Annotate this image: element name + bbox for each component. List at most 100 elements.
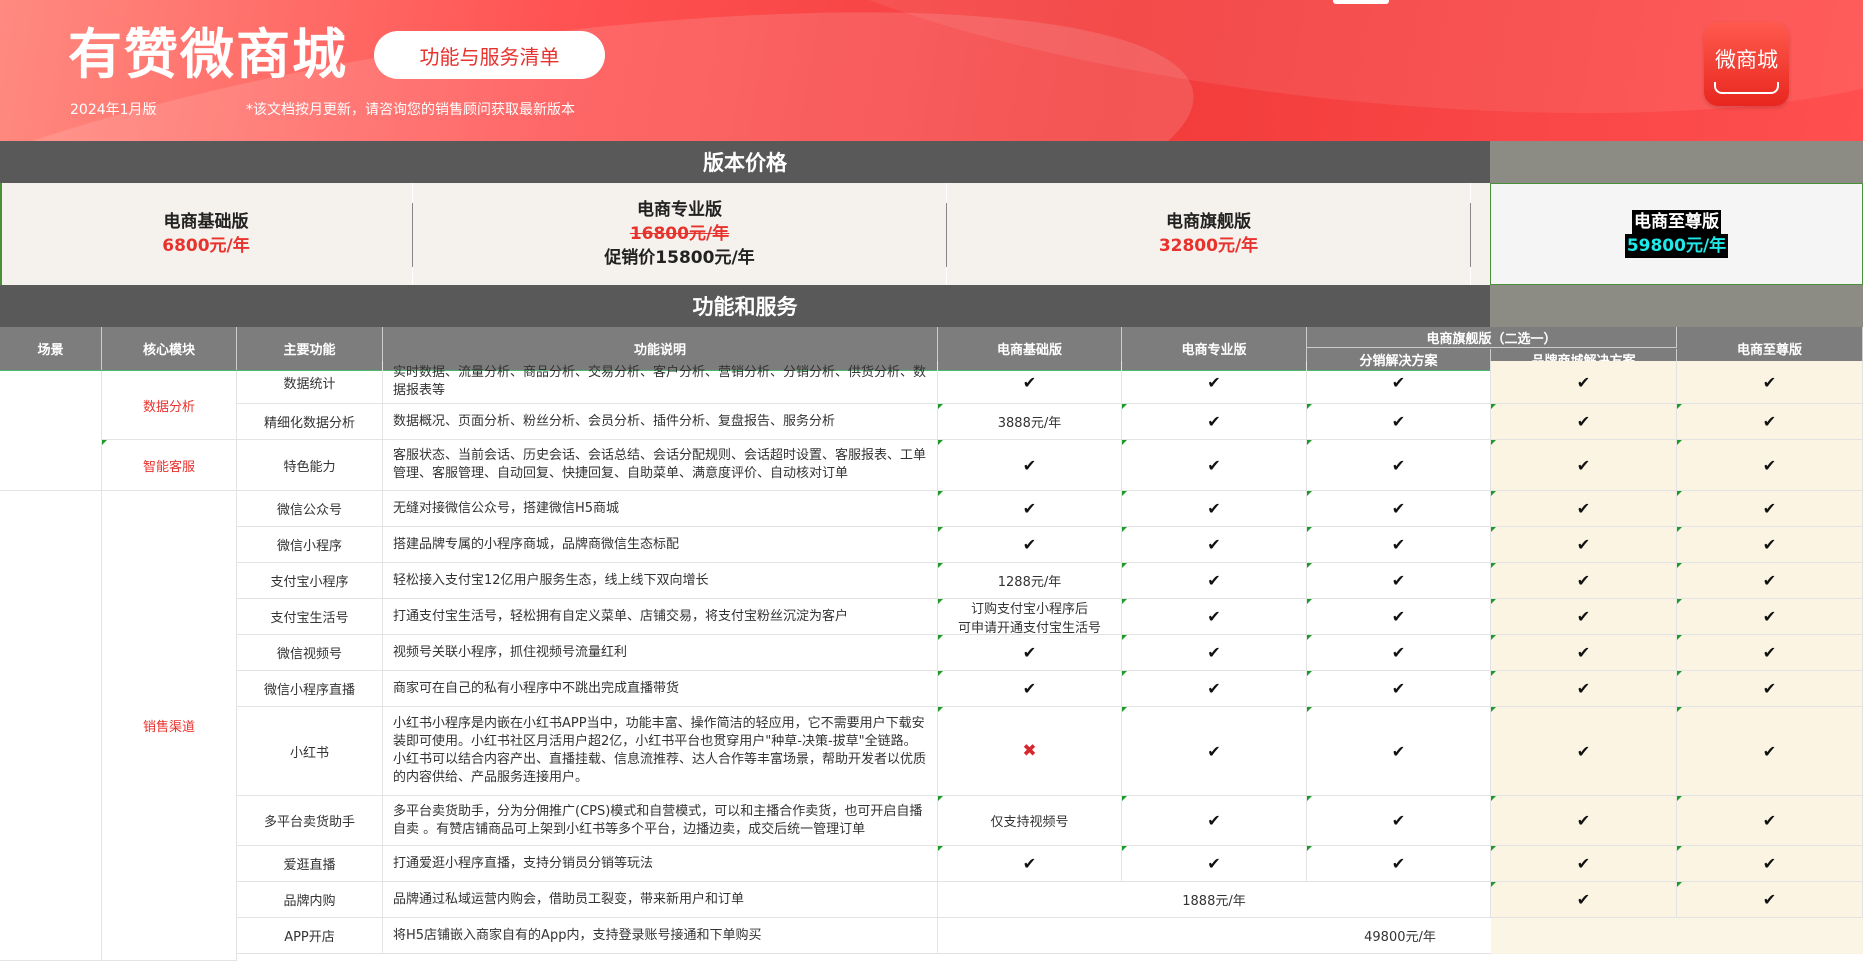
plan-cell-sup: ✔ bbox=[1677, 671, 1863, 707]
cell-flag bbox=[938, 440, 943, 445]
plan-cell-basic: ✔ bbox=[938, 527, 1122, 563]
plan-cell-sup: ✔ bbox=[1677, 361, 1863, 404]
feature-name: 微信小程序 bbox=[237, 527, 383, 563]
cell-flag bbox=[1122, 796, 1127, 801]
check-icon: ✔ bbox=[1022, 372, 1037, 392]
cell-flag bbox=[938, 671, 943, 676]
col-scene: 场景 bbox=[0, 327, 102, 370]
cell-flag bbox=[1307, 527, 1312, 532]
feature-description: 商家可在自己的私有小程序中不跳出完成直播带货 bbox=[383, 671, 938, 707]
plan-cell-pro: ✔ bbox=[1122, 563, 1307, 599]
cell-flag bbox=[1677, 563, 1682, 568]
plan-flagship: 电商旗舰版 32800元/年 bbox=[947, 183, 1470, 285]
plan-cell-basic: ✔ bbox=[938, 635, 1122, 671]
plan-cell-fb: ✔ bbox=[1491, 491, 1677, 527]
merged-value-cell: 1888元/年 bbox=[938, 882, 1491, 918]
cell-flag bbox=[1677, 404, 1682, 409]
plan-cell-pro: ✔ bbox=[1122, 707, 1307, 796]
cell-flag bbox=[1677, 796, 1682, 801]
feature-description: 将H5店铺嵌入商家自有的App内，支持登录账号接通和下单购买 bbox=[383, 918, 938, 954]
features-section-title-extension bbox=[1490, 285, 1863, 327]
plan-cell-fb: ✔ bbox=[1491, 635, 1677, 671]
cell-flag bbox=[1122, 846, 1127, 851]
cross-icon: ✖ bbox=[1022, 741, 1037, 761]
cell-value: 1288元/年 bbox=[997, 575, 1062, 590]
plan-cell-fb: ✔ bbox=[1491, 846, 1677, 882]
check-icon: ✔ bbox=[1762, 679, 1777, 698]
plan-cell-fa: ✔ bbox=[1307, 796, 1491, 846]
check-icon: ✔ bbox=[1391, 499, 1406, 518]
plan-cell-fa: ✔ bbox=[1307, 635, 1491, 671]
service-list-button[interactable]: 功能与服务清单 bbox=[374, 31, 605, 79]
plan-cell-fa: ✔ bbox=[1307, 599, 1491, 635]
scene-cell bbox=[0, 491, 102, 961]
cell-flag bbox=[1122, 599, 1127, 604]
check-icon: ✔ bbox=[1391, 571, 1406, 590]
plan-cell-fa: ✔ bbox=[1307, 846, 1491, 882]
plan-cell-fb: ✔ bbox=[1491, 707, 1677, 796]
feature-name: 精细化数据分析 bbox=[237, 404, 383, 440]
feature-name: 数据统计 bbox=[237, 361, 383, 404]
check-icon: ✔ bbox=[1207, 854, 1221, 873]
cell-flag bbox=[1677, 707, 1682, 712]
check-icon: ✔ bbox=[1576, 535, 1591, 554]
version-date: 2024年1月版 bbox=[70, 102, 157, 118]
description-text: 打通爱逛小程序直播，支持分销员分销等玩法 bbox=[393, 855, 654, 871]
check-icon: ✔ bbox=[1391, 455, 1406, 475]
plan-price: 59800元/年 bbox=[1624, 234, 1729, 258]
cell-flag bbox=[1491, 846, 1496, 851]
module-label: 数据分析 bbox=[142, 399, 195, 415]
plan-cell-fb: ✔ bbox=[1491, 527, 1677, 563]
description-text: 实时数据、流量分析、商品分析、交易分析、客户分析、营销分析、分销分析、供货分析、… bbox=[393, 365, 927, 398]
check-icon: ✔ bbox=[1576, 854, 1591, 873]
description-text: 轻松接入支付宝12亿用户服务生态，线上线下双向增长 bbox=[393, 572, 709, 588]
plan-cell-fa: ✔ bbox=[1307, 491, 1491, 527]
cell-flag bbox=[1122, 491, 1127, 496]
check-icon: ✔ bbox=[1022, 455, 1037, 475]
check-icon: ✔ bbox=[1391, 643, 1406, 662]
cell-flag bbox=[1307, 440, 1312, 445]
cell-flag bbox=[1491, 599, 1496, 604]
plan-cell-basic: ✔ bbox=[938, 440, 1122, 491]
plan-cell-basic: ✔ bbox=[938, 361, 1122, 404]
plan-cell-fb: ✔ bbox=[1491, 796, 1677, 846]
cell-flag bbox=[1307, 671, 1312, 676]
check-icon: ✔ bbox=[1207, 455, 1221, 475]
feature-name: 小红书 bbox=[237, 707, 383, 796]
check-icon: ✔ bbox=[1022, 499, 1037, 518]
cell-flag bbox=[1307, 796, 1312, 801]
check-icon: ✔ bbox=[1022, 643, 1037, 662]
plan-cell-fb: ✔ bbox=[1491, 563, 1677, 599]
check-icon: ✔ bbox=[1576, 412, 1591, 431]
cell-flag bbox=[938, 527, 943, 532]
check-icon: ✔ bbox=[1391, 607, 1406, 626]
feature-description: 小红书小程序是内嵌在小红书APP当中，功能丰富、操作简洁的轻应用，它不需要用户下… bbox=[383, 707, 938, 796]
check-icon: ✔ bbox=[1762, 571, 1777, 590]
plan-cell-pro: ✔ bbox=[1122, 440, 1307, 491]
feature-name: 多平台卖货助手 bbox=[237, 796, 383, 846]
check-icon: ✔ bbox=[1207, 811, 1221, 830]
cell-flag bbox=[1677, 527, 1682, 532]
module-sales-channel: 销售渠道 bbox=[102, 491, 237, 961]
feature-description: 数据概况、页面分析、粉丝分析、会员分析、插件分析、复盘报告、服务分析 bbox=[383, 404, 938, 440]
check-icon: ✔ bbox=[1576, 607, 1591, 626]
check-icon: ✔ bbox=[1762, 854, 1777, 873]
plan-cell-pro: ✔ bbox=[1122, 361, 1307, 404]
description-text: 多平台卖货助手，分为分佣推广(CPS)模式和自营模式，可以和主播合作卖货，也可开… bbox=[393, 803, 923, 837]
plan-name: 电商基础版 bbox=[163, 212, 249, 232]
cell-flag bbox=[1307, 491, 1312, 496]
cell-flag bbox=[1122, 404, 1127, 409]
cell-flag bbox=[1122, 635, 1127, 640]
check-icon: ✔ bbox=[1391, 811, 1406, 830]
check-icon: ✔ bbox=[1762, 372, 1777, 392]
cell-flag bbox=[1677, 846, 1682, 851]
plan-cell-fa: ✔ bbox=[1307, 404, 1491, 440]
check-icon: ✔ bbox=[1207, 535, 1221, 554]
description-text: 商家可在自己的私有小程序中不跳出完成直播带货 bbox=[393, 680, 680, 696]
cell-flag bbox=[1677, 440, 1682, 445]
description-text: 无缝对接微信公众号，搭建微信H5商城 bbox=[393, 500, 620, 516]
plan-cell-pro: ✔ bbox=[1122, 404, 1307, 440]
plan-cell-fa: ✔ bbox=[1307, 707, 1491, 796]
cell-flag bbox=[102, 440, 107, 445]
description-text: 搭建品牌专属的小程序商城，品牌商微信生态标配 bbox=[393, 536, 680, 552]
